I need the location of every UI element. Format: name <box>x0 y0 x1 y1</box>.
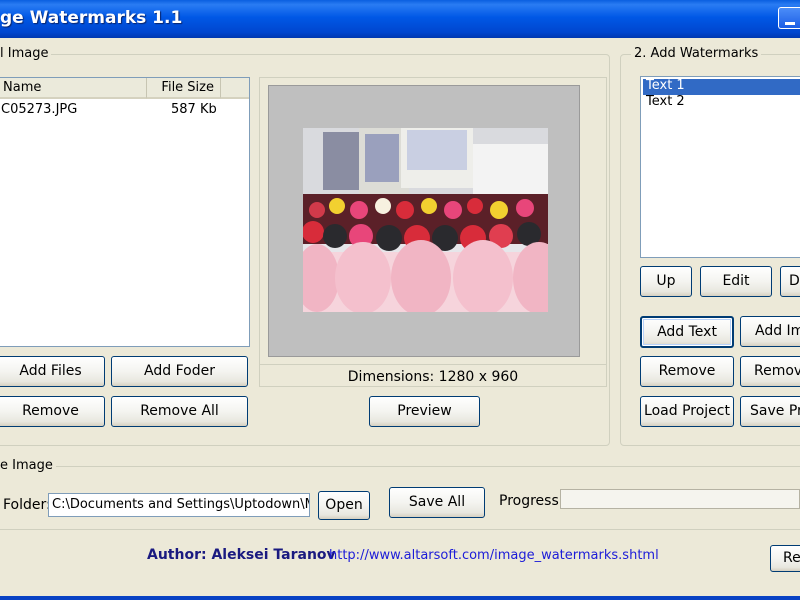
minimize-icon <box>785 22 795 25</box>
homepage-link[interactable]: http://www.altarsoft.com/image_watermark… <box>329 548 659 563</box>
dimensions-label: Dimensions: 1280 x 960 <box>347 369 519 385</box>
list-item[interactable]: Text 2 <box>643 94 800 111</box>
folder-label: Folder: <box>3 497 51 513</box>
remove-file-button[interactable]: Remove <box>0 396 105 427</box>
source-image-legend: l Image <box>0 46 52 61</box>
load-project-button[interactable]: Load Project <box>640 396 734 427</box>
save-project-button[interactable]: Save Pro <box>740 396 800 427</box>
progress-bar <box>560 489 800 509</box>
table-row[interactable]: C05273.JPG 587 Kb <box>0 102 249 120</box>
add-files-button[interactable]: Add Files <box>0 356 105 387</box>
window-bottom-border <box>0 596 800 600</box>
output-folder-input[interactable]: C:\Documents and Settings\Uptodown\Mi <box>48 493 310 517</box>
column-header-name[interactable]: Name <box>0 78 147 99</box>
watermark-item-label: Text 1 <box>646 78 685 93</box>
add-folder-button[interactable]: Add Foder <box>111 356 248 387</box>
column-header-filler <box>221 78 249 99</box>
watermark-list[interactable]: Text 1 Text 2 <box>640 76 800 258</box>
remove-watermark-button[interactable]: Remove <box>640 356 734 387</box>
watermarks-legend: 2. Add Watermarks <box>631 46 762 61</box>
file-name-cell: C05273.JPG <box>1 102 78 117</box>
title-bar[interactable]: ge Watermarks 1.1 <box>0 0 800 38</box>
minimize-button[interactable] <box>778 7 800 29</box>
register-button[interactable]: Re <box>770 545 800 572</box>
remove-all-button[interactable]: Remove All <box>111 396 248 427</box>
save-all-button[interactable]: Save All <box>389 487 485 518</box>
column-header-file-size[interactable]: File Size <box>147 78 221 99</box>
author-label: Author: Aleksei Taranov <box>147 547 336 563</box>
add-text-button[interactable]: Add Text <box>640 316 734 348</box>
file-size-cell: 587 Kb <box>171 102 217 117</box>
progress-label: Progress: <box>499 493 564 509</box>
list-item[interactable]: Text 1 <box>643 78 800 95</box>
output-image-legend: e Image <box>0 458 56 473</box>
file-list[interactable]: Name File Size C05273.JPG 587 Kb <box>0 77 250 347</box>
move-up-button[interactable]: Up <box>640 266 692 297</box>
watermark-item-label: Text 2 <box>646 94 685 109</box>
preview-button[interactable]: Preview <box>369 396 480 427</box>
window-title: ge Watermarks 1.1 <box>0 8 183 28</box>
preview-image <box>303 128 548 312</box>
edit-watermark-button[interactable]: Edit <box>700 266 772 297</box>
add-image-button[interactable]: Add Ima <box>740 316 800 347</box>
remove-image-watermark-button[interactable]: Remove <box>740 356 800 387</box>
open-folder-button[interactable]: Open <box>318 491 370 520</box>
delete-watermark-button[interactable]: D <box>780 266 800 297</box>
